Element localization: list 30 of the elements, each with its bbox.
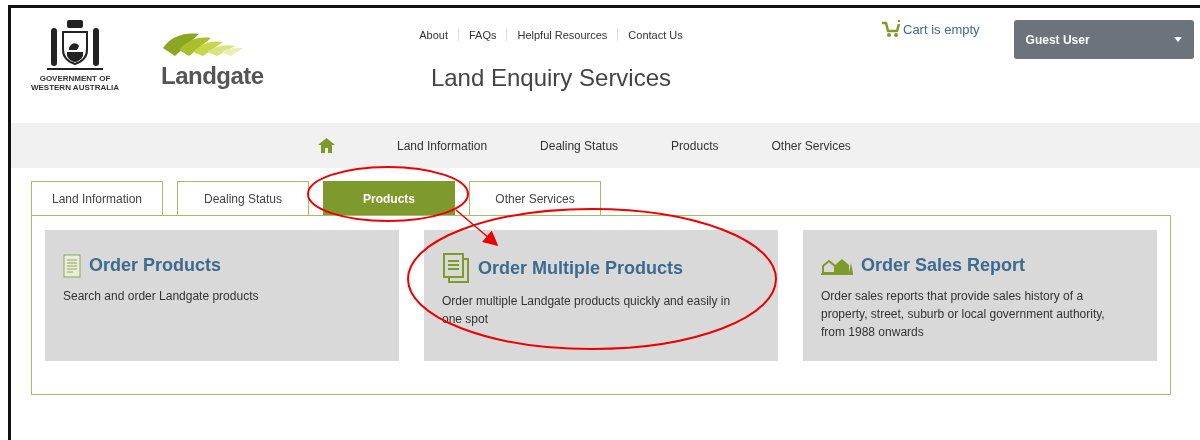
cart-icon <box>881 20 901 38</box>
card-description: Search and order Landgate products <box>63 288 260 305</box>
houses-icon <box>821 256 853 275</box>
cart-link[interactable]: Cart is empty <box>881 8 980 38</box>
top-link[interactable]: Contact Us <box>617 29 693 41</box>
document-icon <box>63 253 81 278</box>
annotation-arrow <box>455 209 499 246</box>
government-label: GOVERNMENT OF <box>38 74 112 84</box>
documents-icon <box>442 252 470 284</box>
government-label: WESTERN AUSTRALIA <box>29 83 121 93</box>
nav-link[interactable]: Dealing Status <box>540 136 619 155</box>
card-title-link[interactable]: Order Multiple Products <box>478 254 684 282</box>
card-title-link[interactable]: Order Products <box>89 252 222 279</box>
top-link[interactable]: Helpful Resources <box>506 29 618 41</box>
card-title-link[interactable]: Order Sales Report <box>861 252 1026 279</box>
brand-name: Landgate <box>161 61 265 91</box>
nav-link[interactable]: Products <box>671 136 719 155</box>
card-description: Order multiple Landgate products quickly and easily in one spot <box>442 293 732 328</box>
tab[interactable]: Other Services <box>469 181 601 215</box>
tab[interactable]: Dealing Status <box>177 181 309 215</box>
top-link[interactable]: FAQs <box>457 29 507 41</box>
card-description: Order sales reports that provide sales history of a property, street, suburb or local government authority, from 1988 onwards <box>821 288 1106 341</box>
nav-link[interactable]: Other Services <box>771 136 851 155</box>
nav-link[interactable]: Land Information <box>397 136 488 155</box>
site-title: Land Enquiry Services <box>429 63 673 93</box>
user-menu-button[interactable]: Guest User <box>1013 20 1194 59</box>
top-link[interactable]: About <box>409 29 458 41</box>
home-icon[interactable] <box>318 138 335 153</box>
caret-icon <box>1173 37 1182 42</box>
tab[interactable]: Land Information <box>31 181 163 215</box>
